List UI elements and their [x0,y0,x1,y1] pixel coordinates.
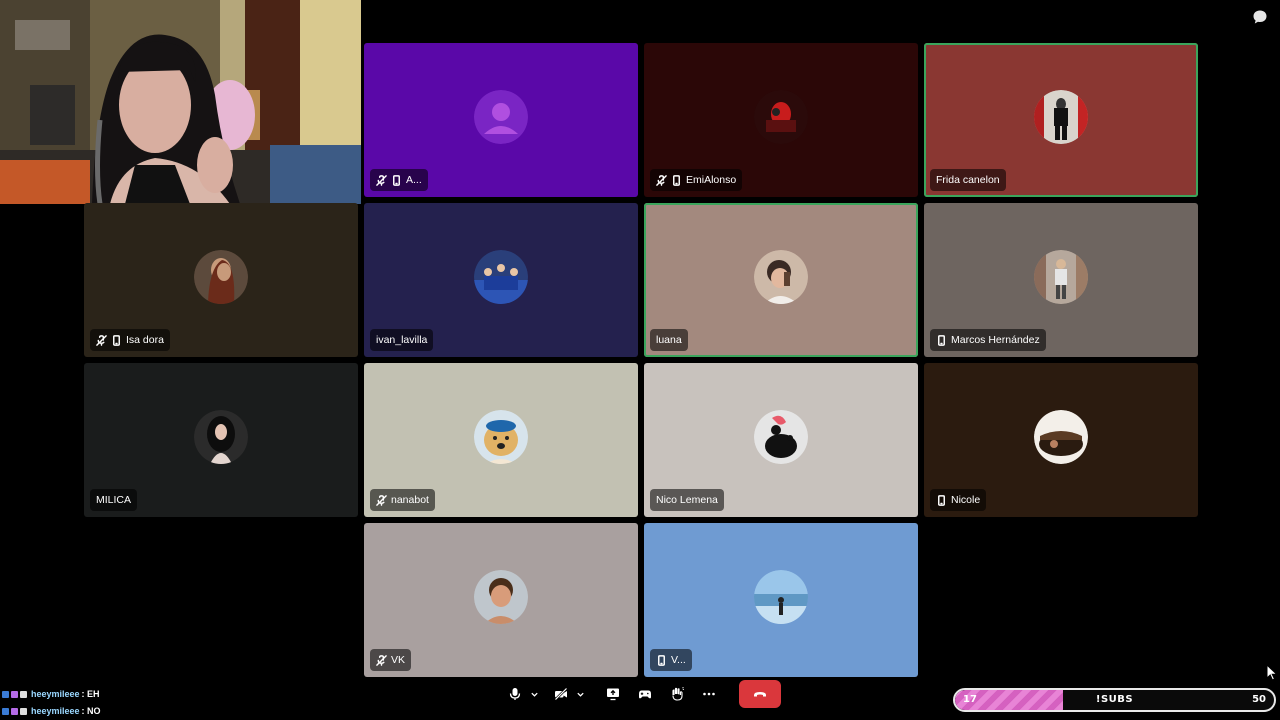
participant-name: MILICA [96,494,132,506]
participant-nameplate: Frida canelon [930,169,1006,191]
participant-nameplate: luana [650,329,688,351]
muted-mic-icon [656,174,667,186]
participant-name: nanabot [391,494,429,506]
badge-icon [20,708,27,715]
participant-tile[interactable]: MILICA [84,363,358,517]
sub-goal-label: !SUBS [1095,694,1134,705]
participant-nameplate: VK [370,649,412,671]
participant-name: Nico Lemena [656,494,718,506]
badge-icon [2,708,9,715]
chat-username: heeymileee [31,689,80,699]
participant-avatar [754,250,808,304]
participant-tile[interactable]: Frida canelon [924,43,1198,197]
muted-mic-icon [376,174,387,186]
chat-username: heeymileee [31,706,80,716]
hangup-button[interactable] [739,680,781,708]
participant-nameplate: Nicole [930,489,987,511]
participant-name: Nicole [951,494,981,506]
participant-nameplate: Isa dora [90,329,170,351]
mic-options-chevron-down-icon[interactable] [527,682,541,706]
sub-goal-bar: 17 !SUBS 50 [953,688,1276,712]
participant-tile[interactable]: Nicole [924,363,1198,517]
more-icon[interactable] [699,682,719,706]
participant-avatar [754,570,808,624]
mobile-device-icon [393,174,400,186]
mobile-device-icon [673,174,680,186]
mobile-device-icon [113,334,120,346]
participant-name: Frida canelon [936,174,1000,186]
participant-name: V... [671,654,686,666]
participant-nameplate: A... [370,169,428,191]
participant-tile[interactable]: A... [364,43,638,197]
participant-avatar [1034,90,1088,144]
screen-share-icon[interactable] [603,682,623,706]
badge-icon [11,691,18,698]
participant-tile[interactable]: nanabot [364,363,638,517]
hangup-icon [754,692,766,697]
participant-tile[interactable]: Isa dora [84,203,358,357]
participant-avatar [194,410,248,464]
streamer-webcam [0,0,361,204]
participant-name: Marcos Hernández [951,334,1040,346]
badge-icon [20,691,27,698]
participant-name: luana [656,334,682,346]
muted-mic-icon [96,334,107,346]
participant-nameplate: nanabot [370,489,435,511]
badge-icon [11,708,18,715]
participant-avatar [194,250,248,304]
stream-chat-overlay: heeymileee: EH heeymileee: NO [2,686,101,720]
participant-name: EmiAlonso [686,174,737,186]
mobile-device-icon [938,334,945,346]
participant-nameplate: MILICA [90,489,138,511]
chat-message: : NO [81,706,101,716]
participant-avatar [1034,410,1088,464]
participant-name: A... [406,174,422,186]
muted-mic-icon [376,494,387,506]
participant-tile[interactable]: EmiAlonso [644,43,918,197]
participant-nameplate: V... [650,649,692,671]
participant-avatar [754,90,808,144]
participant-tile[interactable]: ivan_lavilla [364,203,638,357]
participant-nameplate: ivan_lavilla [370,329,434,351]
participant-avatar [474,410,528,464]
participant-avatar [474,90,528,144]
chat-message: : EH [81,689,100,699]
muted-mic-icon [376,654,387,666]
participant-tile[interactable]: luana [644,203,918,357]
participant-nameplate: Nico Lemena [650,489,724,511]
chat-line: heeymileee: NO [2,703,101,720]
participant-tile[interactable]: VK [364,523,638,677]
soundboard-icon[interactable] [667,682,687,706]
participant-name: VK [391,654,406,666]
participant-avatar [474,570,528,624]
participant-tile[interactable]: Marcos Hernández [924,203,1198,357]
participant-nameplate: Marcos Hernández [930,329,1046,351]
participant-avatar [474,250,528,304]
mobile-device-icon [938,494,945,506]
participant-avatar [1034,250,1088,304]
mouse-cursor-icon [1266,663,1278,681]
camera-options-chevron-down-icon[interactable] [573,682,587,706]
participant-name: Isa dora [126,334,164,346]
microphone-icon[interactable] [505,682,525,706]
chat-line: heeymileee: EH [2,686,101,703]
participant-name: ivan_lavilla [376,334,428,346]
participant-tile[interactable]: Nico Lemena [644,363,918,517]
participant-tile[interactable]: V... [644,523,918,677]
participant-avatar [754,410,808,464]
chat-bubble-icon[interactable] [1252,9,1268,25]
camera-off-icon[interactable] [551,682,571,706]
participant-nameplate: EmiAlonso [650,169,743,191]
badge-icon [2,691,9,698]
activity-icon[interactable] [635,682,655,706]
call-controls [505,680,781,708]
sub-goal-target: 50 [1252,694,1266,705]
mobile-device-icon [658,654,665,666]
